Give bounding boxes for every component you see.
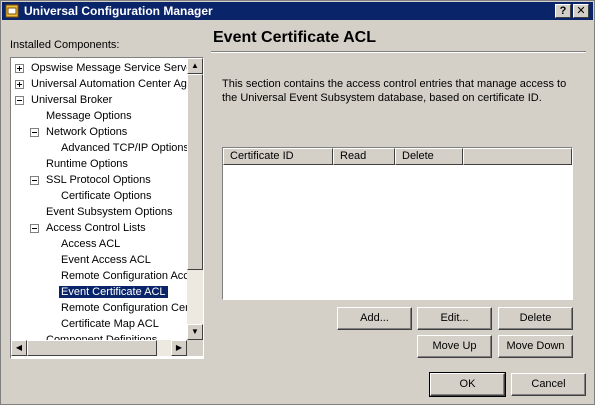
vertical-scroll-thumb[interactable] bbox=[187, 74, 203, 270]
cancel-button[interactable]: Cancel bbox=[511, 373, 586, 396]
tree-item-label: Universal Broker bbox=[31, 94, 113, 106]
certificate-acl-table[interactable]: Certificate ID Read Delete bbox=[222, 147, 573, 300]
app-icon bbox=[5, 4, 19, 18]
tree-item[interactable]: Opswise Message Service Server bbox=[15, 60, 187, 76]
move-up-button[interactable]: Move Up bbox=[417, 335, 492, 358]
expand-icon[interactable] bbox=[15, 64, 24, 73]
chevron-down-icon: ▼ bbox=[191, 327, 199, 336]
tree-horizontal-scrollbar[interactable]: ◀ ▶ bbox=[11, 340, 187, 356]
tree-item[interactable]: Event Access ACL bbox=[59, 252, 153, 268]
section-description: This section contains the access control… bbox=[222, 78, 567, 104]
tree-item-label: Network Options bbox=[46, 126, 128, 138]
collapse-icon[interactable] bbox=[30, 176, 39, 185]
config-manager-window: Universal Configuration Manager ? ✕ Inst… bbox=[0, 0, 595, 405]
tree-item-label: SSL Protocol Options bbox=[46, 174, 151, 186]
tree-item-label: Event Subsystem Options bbox=[46, 206, 173, 218]
chevron-right-icon: ▶ bbox=[175, 343, 183, 352]
tree-item[interactable]: Certificate Options bbox=[59, 188, 153, 204]
tree-item[interactable]: Advanced TCP/IP Options bbox=[59, 140, 187, 156]
add-button[interactable]: Add... bbox=[337, 307, 412, 330]
tree-item[interactable]: SSL Protocol Options bbox=[30, 172, 153, 188]
tree-item-label: Certificate Map ACL bbox=[61, 318, 159, 330]
chevron-up-icon: ▲ bbox=[191, 61, 199, 70]
scroll-corner bbox=[187, 340, 203, 356]
tree-item[interactable]: Network Options bbox=[30, 124, 129, 140]
tree-item-label: Universal Automation Center Agent bbox=[31, 78, 187, 90]
tree-item[interactable]: Access Control Lists bbox=[30, 220, 148, 236]
component-tree-frame: Opswise Message Service Server Universal … bbox=[10, 57, 204, 359]
tree-item-label: Advanced TCP/IP Options bbox=[61, 142, 187, 154]
tree-item-label: Remote Configuration Certificate ACL bbox=[61, 302, 187, 314]
move-down-button[interactable]: Move Down bbox=[498, 335, 573, 358]
help-button[interactable]: ? bbox=[555, 4, 571, 18]
ok-button[interactable]: OK bbox=[429, 372, 506, 397]
tree-item-label: Access Control Lists bbox=[46, 222, 146, 234]
tree-item-label: Event Certificate ACL bbox=[58, 285, 169, 299]
tree-item-label: Event Access ACL bbox=[61, 254, 151, 266]
column-header-certificate-id[interactable]: Certificate ID bbox=[223, 148, 333, 165]
tree-item[interactable]: Remote Configuration Access ACL bbox=[59, 268, 187, 284]
scroll-right-button[interactable]: ▶ bbox=[171, 340, 187, 356]
close-button[interactable]: ✕ bbox=[573, 4, 589, 18]
tree-item[interactable]: Event Certificate ACL bbox=[58, 284, 169, 300]
tree-item[interactable]: Message Options bbox=[44, 108, 134, 124]
heading-divider bbox=[211, 51, 586, 53]
tree-item[interactable]: Component Definitions bbox=[44, 332, 159, 340]
component-tree: Opswise Message Service Server Universal … bbox=[11, 58, 187, 340]
tree-vertical-scrollbar[interactable]: ▲ ▼ bbox=[187, 58, 203, 340]
delete-button[interactable]: Delete bbox=[498, 307, 573, 330]
scroll-left-button[interactable]: ◀ bbox=[11, 340, 27, 356]
tree-item-label: Runtime Options bbox=[46, 158, 128, 170]
chevron-left-icon: ◀ bbox=[15, 343, 23, 352]
tree-item[interactable]: Universal Broker bbox=[15, 92, 114, 108]
close-icon: ✕ bbox=[576, 5, 586, 17]
collapse-icon[interactable] bbox=[30, 224, 39, 233]
collapse-icon[interactable] bbox=[30, 128, 39, 137]
tree-item-label: Access ACL bbox=[61, 238, 121, 250]
installed-components-label: Installed Components: bbox=[10, 39, 120, 51]
scroll-up-button[interactable]: ▲ bbox=[187, 58, 203, 74]
column-header-delete[interactable]: Delete bbox=[395, 148, 463, 165]
scroll-down-button[interactable]: ▼ bbox=[187, 324, 203, 340]
column-header-read[interactable]: Read bbox=[333, 148, 395, 165]
horizontal-scroll-thumb[interactable] bbox=[27, 340, 157, 356]
tree-item-label: Certificate Options bbox=[61, 190, 152, 202]
edit-button[interactable]: Edit... bbox=[417, 307, 492, 330]
collapse-icon[interactable] bbox=[15, 96, 24, 105]
window-title: Universal Configuration Manager bbox=[24, 4, 213, 18]
tree-item[interactable]: Runtime Options bbox=[44, 156, 130, 172]
tree-item[interactable]: Certificate Map ACL bbox=[59, 316, 161, 332]
tree-item-label: Message Options bbox=[46, 110, 132, 122]
tree-item[interactable]: Event Subsystem Options bbox=[44, 204, 175, 220]
tree-item[interactable]: Universal Automation Center Agent bbox=[15, 76, 187, 92]
expand-icon[interactable] bbox=[15, 80, 24, 89]
title-bar: Universal Configuration Manager ? ✕ bbox=[2, 2, 593, 20]
column-header-filler bbox=[463, 148, 572, 165]
tree-item-label: Remote Configuration Access ACL bbox=[61, 270, 187, 282]
tree-item-label: Opswise Message Service Server bbox=[31, 62, 187, 74]
page-title: Event Certificate ACL bbox=[213, 29, 376, 46]
tree-item[interactable]: Access ACL bbox=[59, 236, 122, 252]
tree-item[interactable]: Remote Configuration Certificate ACL bbox=[59, 300, 187, 316]
